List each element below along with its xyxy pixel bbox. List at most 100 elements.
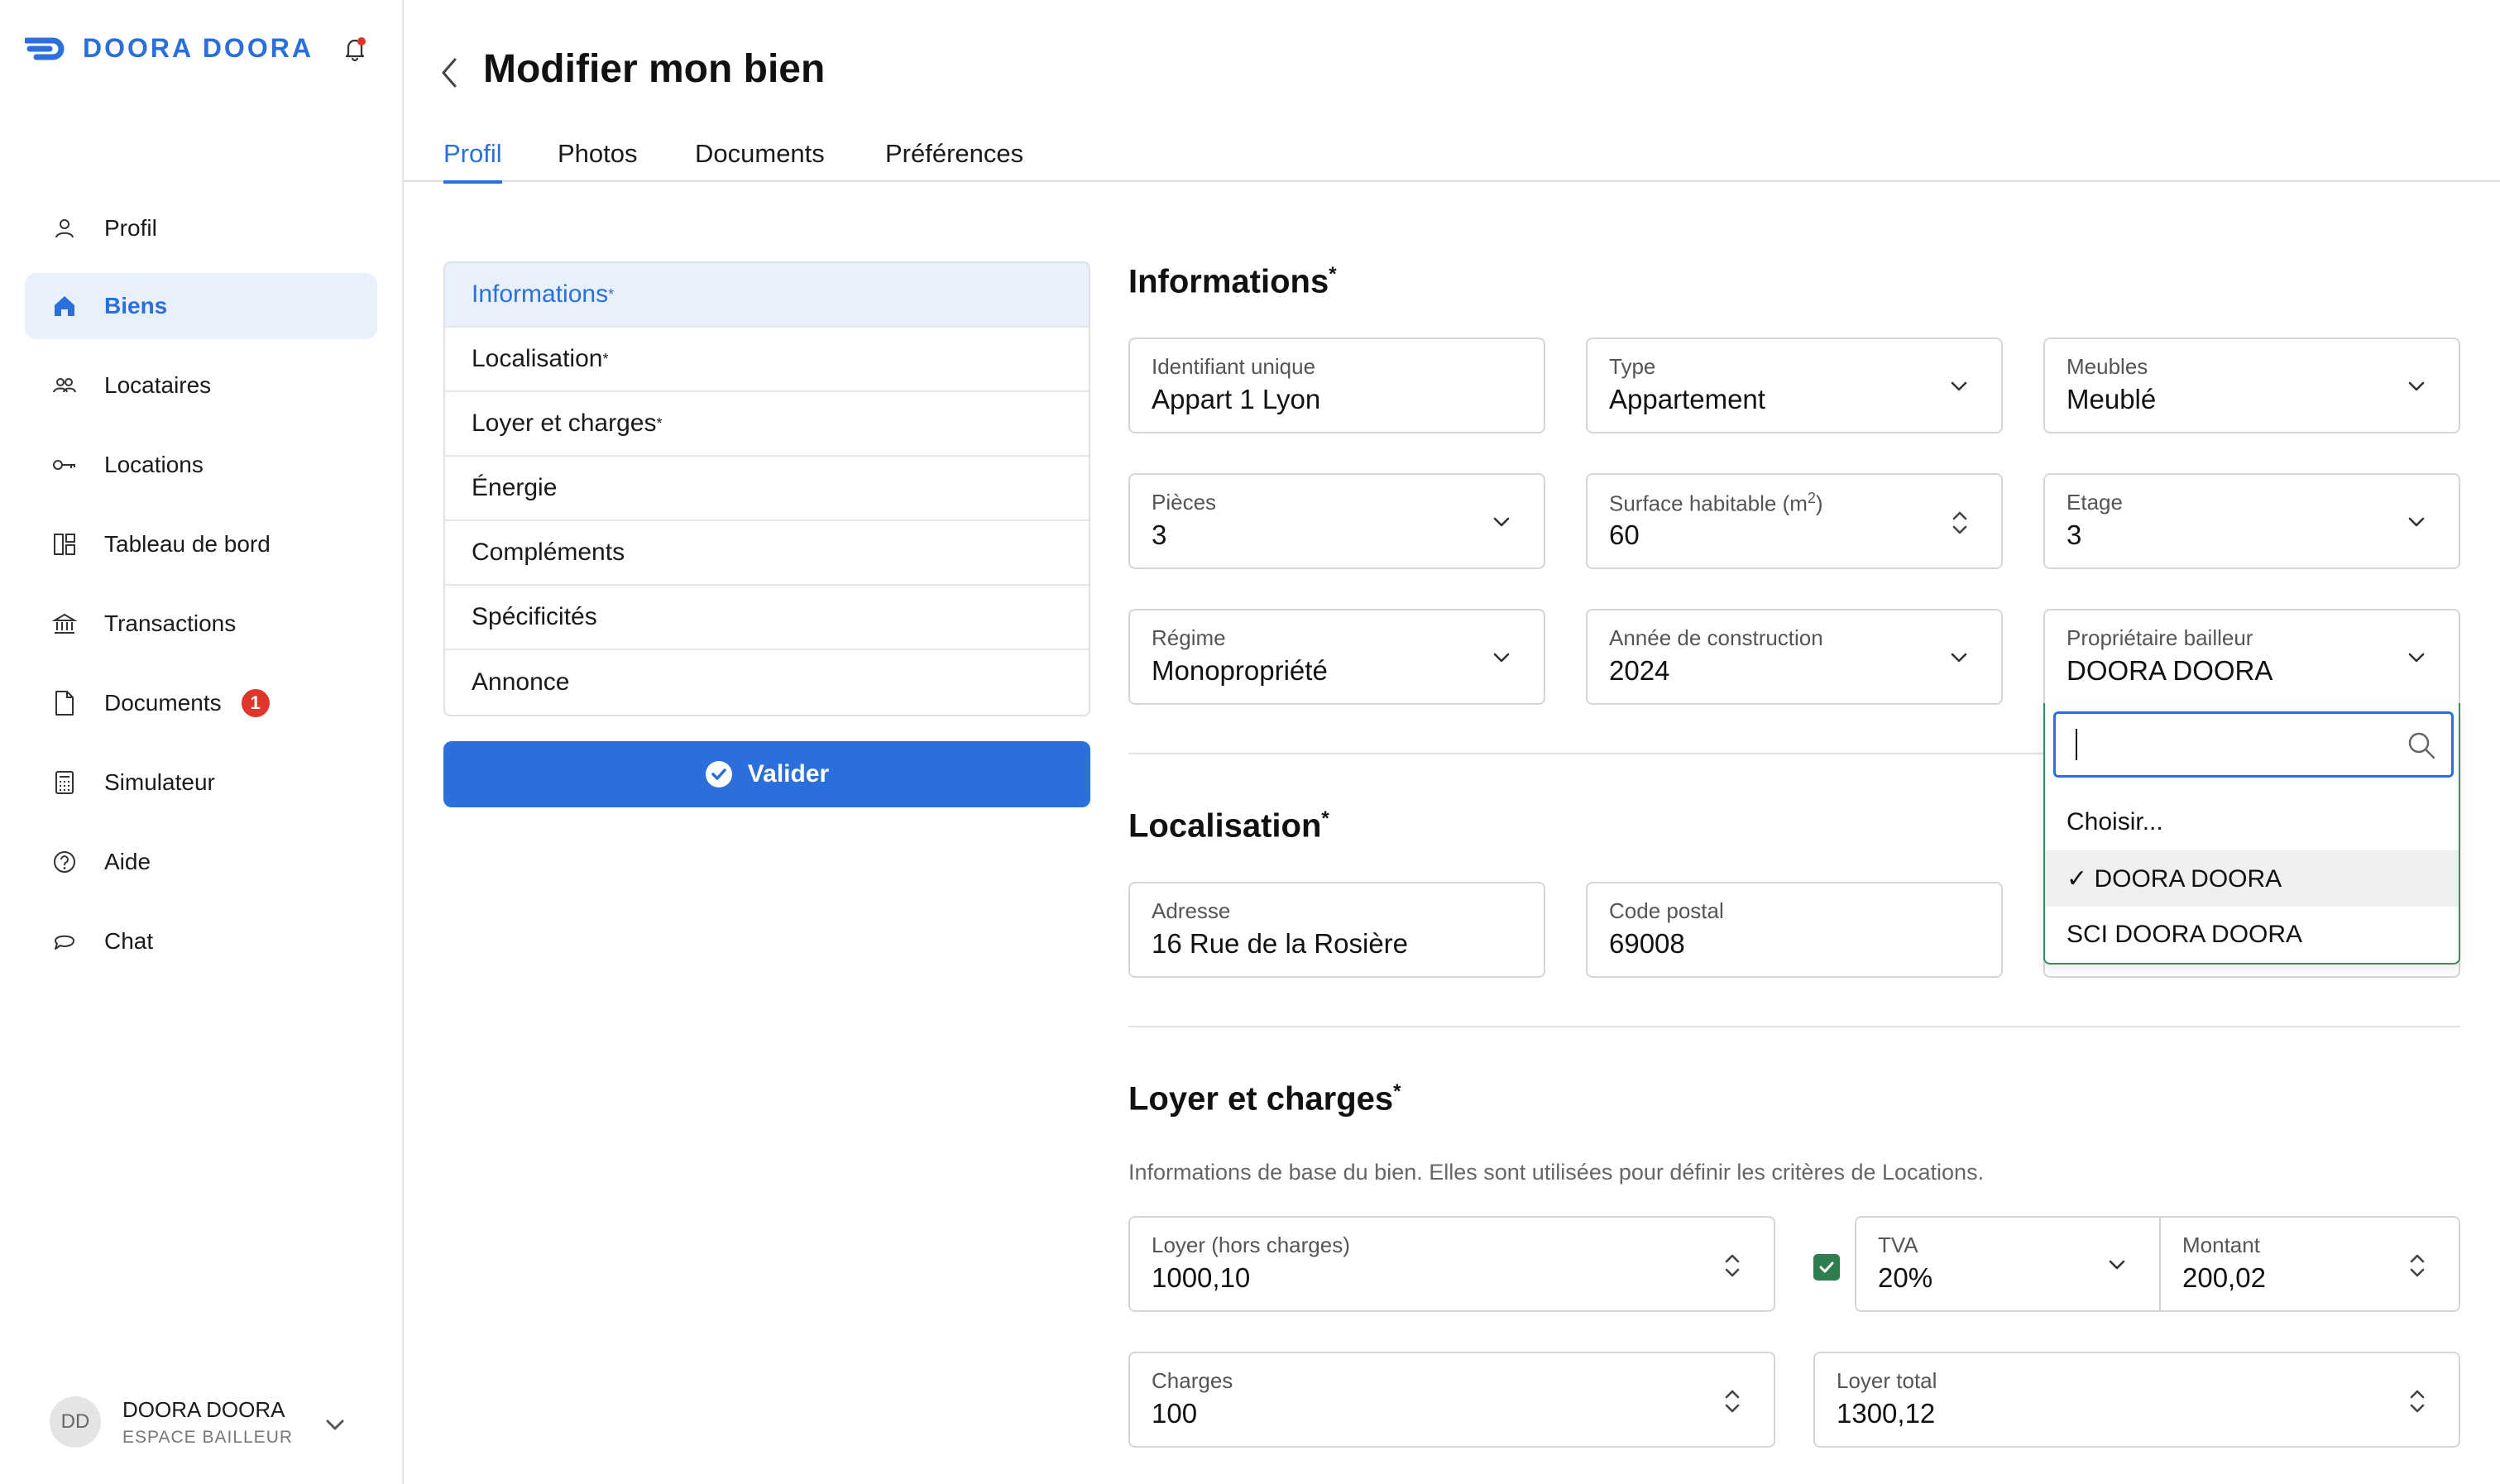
dropdown-option[interactable]: Choisir... [2045, 794, 2459, 850]
dropdown-option-selected[interactable]: ✓ DOORA DOORA [2045, 850, 2459, 907]
field-value: Meublé [2067, 384, 2157, 414]
field-value: 69008 [1609, 928, 1685, 959]
loyer-hc-input[interactable]: Loyer (hors charges) 1000,10 [1128, 1216, 1775, 1312]
field-value: Monopropriété [1152, 655, 1328, 686]
type-select[interactable]: Type Appartement [1586, 337, 2003, 433]
section-label: Compléments [472, 539, 625, 566]
field-label: TVA [1878, 1233, 1918, 1257]
brand-logo[interactable]: DOORA DOORA [25, 33, 314, 64]
etage-select[interactable]: Etage 3 [2043, 473, 2460, 569]
sidebar-item-label: Locations [104, 452, 204, 477]
sidebar-item-biens[interactable]: Biens [25, 273, 377, 339]
section-label: Loyer et charges [472, 409, 657, 437]
chevron-down-icon[interactable] [323, 1413, 347, 1438]
section-item-informations[interactable]: Informations * [445, 263, 1089, 328]
identifiant-field[interactable]: Identifiant unique Appart 1 Lyon [1128, 337, 1545, 433]
annee-select[interactable]: Année de construction 2024 [1586, 609, 2003, 705]
meubles-select[interactable]: Meubles Meublé [2043, 337, 2460, 433]
montant-input[interactable]: Montant 200,02 [2159, 1216, 2460, 1312]
stepper-icon[interactable] [2406, 1249, 2429, 1282]
notification-bell-icon[interactable] [341, 35, 369, 63]
field-value: 1300,12 [1837, 1398, 1936, 1429]
sidebar-item-label: Profil [104, 215, 157, 241]
section-item-loyer[interactable]: Loyer et charges * [445, 392, 1089, 457]
page-title: Modifier mon bien [483, 47, 826, 91]
required-marker: * [602, 350, 609, 367]
tva-select[interactable]: TVA 20% [1855, 1216, 2161, 1312]
sidebar-item-profil[interactable]: Profil [25, 195, 377, 261]
section-title-informations: Informations* [1128, 263, 1337, 300]
key-icon [48, 448, 81, 481]
sidebar-item-chat[interactable]: Chat [25, 908, 377, 974]
field-label: Année de construction [1609, 625, 1823, 650]
notification-badge: 1 [241, 689, 270, 717]
sidebar-item-aide[interactable]: Aide [25, 829, 377, 895]
valider-button[interactable]: Valider [443, 741, 1090, 807]
text-caret [2076, 729, 2077, 760]
tab-profil[interactable]: Profil [443, 139, 502, 184]
field-value: 16 Rue de la Rosière [1152, 928, 1409, 959]
chat-icon [48, 925, 81, 958]
chevron-down-icon [2408, 517, 2425, 527]
stepper-icon[interactable] [1721, 1385, 1744, 1418]
dropdown-option[interactable]: SCI DOORA DOORA [2045, 907, 2459, 963]
back-arrow-icon[interactable] [437, 56, 462, 89]
chevron-down-icon [1493, 653, 1510, 663]
field-value: 3 [2067, 519, 2082, 550]
sidebar-item-documents[interactable]: Documents 1 [25, 670, 377, 736]
adresse-field[interactable]: Adresse 16 Rue de la Rosière [1128, 882, 1545, 978]
pieces-select[interactable]: Pièces 3 [1128, 473, 1545, 569]
search-icon [2408, 732, 2435, 759]
section-label: Localisation [472, 345, 603, 372]
sidebar-item-label: Chat [104, 928, 154, 954]
regime-select[interactable]: Régime Monopropriété [1128, 609, 1545, 705]
field-label: Code postal [1609, 898, 1724, 923]
field-value: 1000,10 [1152, 1262, 1251, 1293]
field-label: Adresse [1152, 898, 1231, 923]
section-title-loyer: Loyer et charges* [1128, 1080, 1401, 1118]
dropdown-search-input[interactable] [2053, 711, 2454, 778]
brand-name: DOORA DOORA [83, 33, 314, 63]
section-item-localisation[interactable]: Localisation * [445, 328, 1089, 392]
sidebar-item-locataires[interactable]: Locataires [25, 352, 377, 419]
loyer-total-input[interactable]: Loyer total 1300,12 [1813, 1352, 2460, 1448]
help-icon [48, 845, 81, 878]
field-value: 60 [1609, 519, 1640, 550]
section-item-energie[interactable]: Énergie [445, 457, 1089, 521]
home-icon [48, 290, 81, 323]
stepper-icon[interactable] [1948, 506, 1971, 539]
stepper-icon[interactable] [2406, 1385, 2429, 1418]
sidebar-item-transactions[interactable]: Transactions [25, 591, 377, 657]
sidebar-item-tableau-de-bord[interactable]: Tableau de bord [25, 511, 377, 577]
section-label: Spécificités [472, 603, 597, 630]
code-postal-field[interactable]: Code postal 69008 [1586, 882, 2003, 978]
field-label: Pièces [1152, 490, 1217, 515]
required-marker: * [656, 414, 663, 432]
tab-documents[interactable]: Documents [695, 139, 825, 180]
sidebar-item-simulateur[interactable]: Simulateur [25, 749, 377, 816]
field-value: Appart 1 Lyon [1152, 384, 1321, 414]
chevron-down-icon [1951, 653, 1967, 663]
tva-checkbox[interactable] [1813, 1254, 1840, 1281]
chevron-down-icon [2109, 1260, 2125, 1270]
user-icon [48, 212, 81, 245]
field-label: Identifiant unique [1152, 354, 1316, 379]
stepper-icon[interactable] [1721, 1249, 1744, 1282]
section-item-annonce[interactable]: Annonce [445, 650, 1089, 715]
user-profile[interactable]: DD DOORA DOORA ESPACE BAILLEUR [50, 1396, 293, 1448]
section-label: Énergie [472, 474, 558, 501]
proprietaire-dropdown-menu: Choisir... ✓ DOORA DOORA SCI DOORA DOORA [2043, 703, 2460, 965]
field-value: DOORA DOORA [2067, 655, 2273, 686]
section-label: Annonce [472, 668, 570, 696]
section-label: Informations [472, 280, 609, 308]
charges-input[interactable]: Charges 100 [1128, 1352, 1775, 1448]
proprietaire-select[interactable]: Propriétaire bailleur DOORA DOORA [2043, 609, 2460, 705]
section-item-complements[interactable]: Compléments [445, 521, 1089, 586]
surface-input[interactable]: Surface habitable (m2) 60 [1586, 473, 2003, 569]
doora-logo-icon [25, 37, 65, 60]
tab-preferences[interactable]: Préférences [885, 139, 1023, 180]
sidebar-item-locations[interactable]: Locations [25, 432, 377, 498]
section-list: Informations * Localisation * Loyer et cha… [443, 261, 1090, 716]
section-item-specificites[interactable]: Spécificités [445, 586, 1089, 650]
tab-photos[interactable]: Photos [558, 139, 638, 180]
